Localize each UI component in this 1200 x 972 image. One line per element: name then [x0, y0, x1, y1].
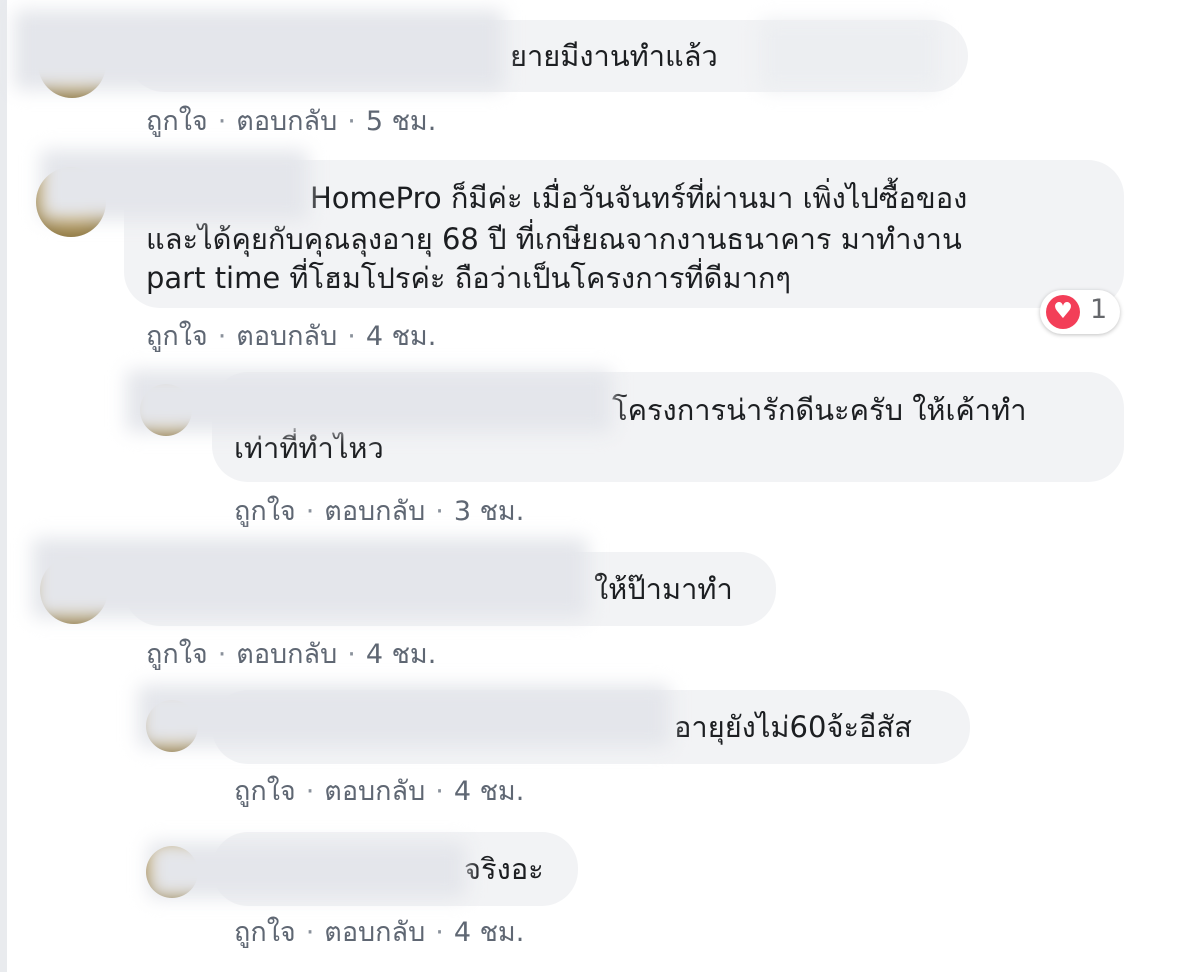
page-left-border	[0, 0, 7, 972]
reply-link[interactable]: ตอบกลับ	[324, 769, 425, 812]
redacted-name	[138, 685, 670, 747]
comment-text-line-1: HomePro ก็มีค่ะ เมื่อวันจันทร์ที่ผ่านมา …	[310, 181, 968, 215]
comment-actions: ถูกใจ · ตอบกลับ · 4 ชม.	[146, 632, 436, 675]
redacted-text	[760, 20, 940, 90]
comment-actions: ถูกใจ · ตอบกลับ · 4 ชม.	[234, 910, 524, 953]
comment-actions: ถูกใจ · ตอบกลับ · 3 ชม.	[234, 489, 524, 532]
redacted-name	[14, 10, 504, 90]
comment-text: จริงอะ	[464, 852, 544, 886]
comment-timestamp[interactable]: 4 ชม.	[366, 314, 436, 357]
comment-text-line-2: เท่าที่ทำไหว	[234, 431, 384, 465]
redacted-name	[126, 370, 612, 432]
comment-timestamp[interactable]: 3 ชม.	[454, 489, 524, 532]
like-link[interactable]: ถูกใจ	[146, 632, 208, 675]
heart-icon: ♥	[1046, 295, 1080, 329]
comment-actions: ถูกใจ · ตอบกลับ · 4 ชม.	[234, 769, 524, 812]
comment-timestamp[interactable]: 4 ชม.	[366, 632, 436, 675]
comment-timestamp[interactable]: 4 ชม.	[454, 910, 524, 953]
reply-link[interactable]: ตอบกลับ	[236, 632, 337, 675]
comment-timestamp[interactable]: 4 ชม.	[454, 769, 524, 812]
like-link[interactable]: ถูกใจ	[234, 769, 296, 812]
comment-actions: ถูกใจ · ตอบกลับ · 5 ชม.	[146, 99, 436, 142]
redacted-name	[40, 150, 308, 220]
redacted-name	[148, 842, 466, 898]
comment-text: ให้ป๊ามาทำ	[594, 572, 733, 606]
comment-text-line-3: part time ที่โฮมโปรค่ะ ถือว่าเป็นโครงการ…	[146, 261, 791, 295]
comment-text-line-1: โครงการน่ารักดีนะครับ ให้เค้าทำ	[612, 393, 1027, 427]
reply-link[interactable]: ตอบกลับ	[236, 314, 337, 357]
comment-actions: ถูกใจ · ตอบกลับ · 4 ชม.	[146, 314, 436, 357]
comment-text: ยายมีงานทำแล้ว	[510, 39, 718, 73]
reply-link[interactable]: ตอบกลับ	[324, 489, 425, 532]
reaction-count: 1	[1090, 294, 1108, 325]
like-link[interactable]: ถูกใจ	[234, 489, 296, 532]
redacted-name	[32, 538, 588, 618]
like-link[interactable]: ถูกใจ	[146, 314, 208, 357]
reply-link[interactable]: ตอบกลับ	[236, 99, 337, 142]
like-link[interactable]: ถูกใจ	[234, 910, 296, 953]
comment-timestamp[interactable]: 5 ชม.	[366, 99, 436, 142]
like-link[interactable]: ถูกใจ	[146, 99, 208, 142]
comment-text: อายุยังไม่60จ้ะอีสัส	[674, 710, 912, 744]
reaction-badge[interactable]: ♥ 1	[1040, 290, 1120, 334]
comment-text-line-2: และได้คุยกับคุณลุงอายุ 68 ปี ที่เกษียณจา…	[146, 222, 962, 256]
reply-link[interactable]: ตอบกลับ	[324, 910, 425, 953]
